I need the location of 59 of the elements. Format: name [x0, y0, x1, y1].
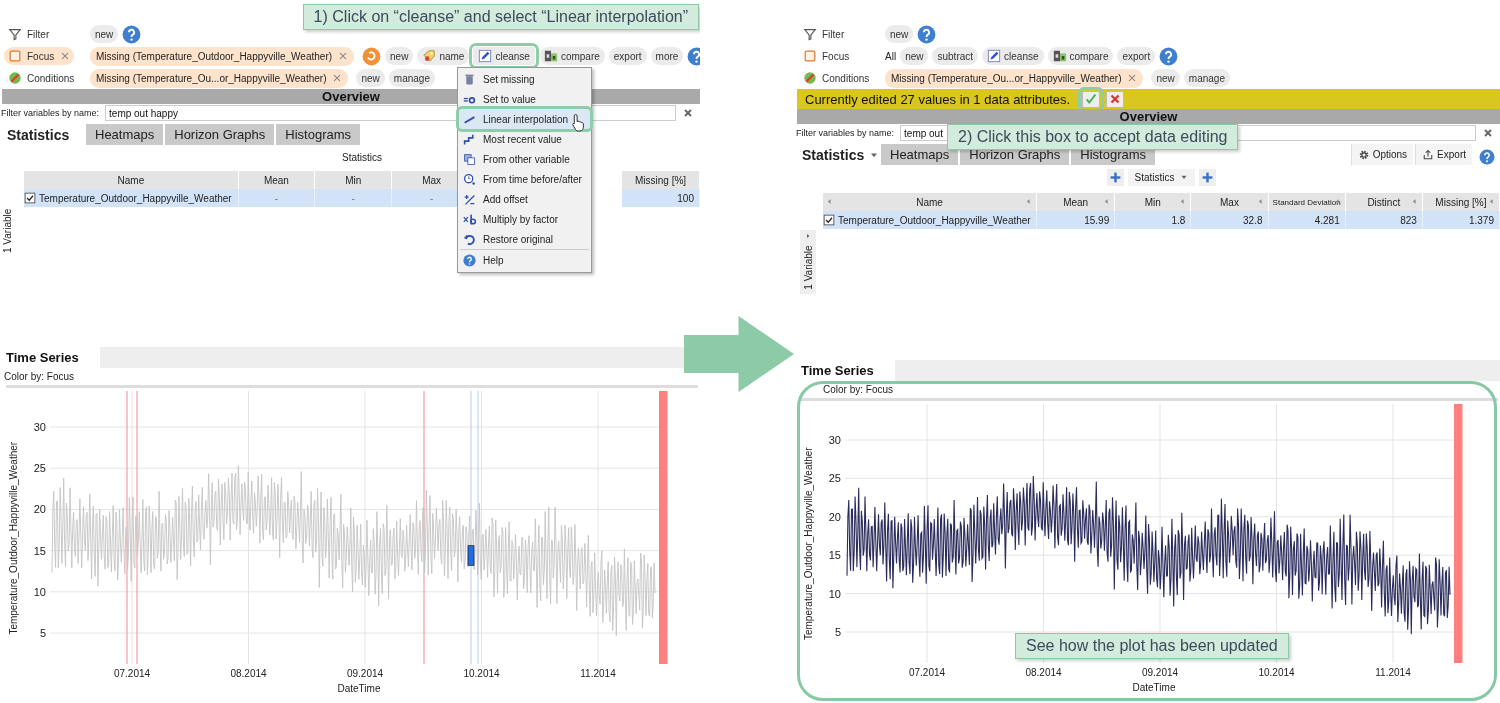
table-cell: Temperature_Outdoor_Happyville_Weather	[838, 214, 1031, 226]
axis-title: Temperature_Outdoor_Happyville_Weather	[803, 447, 814, 641]
row-label: Filter	[822, 28, 845, 40]
axis-title: DateTime	[337, 683, 381, 694]
axis-tick-label: 5	[39, 627, 46, 639]
axis-tick-label: 30	[33, 421, 46, 433]
axis-tick-label: 30	[828, 434, 841, 446]
tag-label: Missing (Temperature_Ou...or_Happyville_Weather)	[891, 72, 1122, 84]
axis-tick-label: 10	[828, 587, 841, 600]
axis-tick-label: 07.2014	[113, 668, 151, 679]
table-cell: 1.379	[1422, 211, 1500, 229]
table-cell: -	[314, 189, 392, 207]
axis-tick-label: 10.2014	[463, 668, 500, 679]
axis-tick-label: 09.2014	[346, 668, 384, 679]
axis-tick-label: 07.2014	[908, 667, 946, 678]
all-label: All	[885, 50, 897, 62]
color-by-label: Color by: Focus	[4, 371, 75, 382]
row-label: Focus	[822, 50, 850, 62]
axis-tick-label: 25	[33, 462, 46, 475]
row-label: Conditions	[27, 72, 75, 84]
tag-label: Missing (Temperature_Outdoor_Happyville_Weather)	[96, 50, 333, 62]
edit-status-text: Currently edited 27 values in 1 data attributes.	[805, 91, 1071, 107]
overview-title: Overview	[322, 89, 380, 104]
table-cell: -	[238, 189, 315, 207]
axis-title: Temperature_Outdoor_Happyville_Weather	[8, 441, 19, 635]
row-label: Filter	[27, 28, 50, 40]
axis-tick-label: 10.2014	[1258, 667, 1295, 678]
filter-label: Filter variables by name:	[795, 128, 895, 138]
axis-tick-label: 09.2014	[1141, 667, 1179, 678]
row-label: Focus	[27, 50, 55, 62]
table-cell: 823	[1345, 211, 1423, 229]
axis-tick-label: 10	[33, 585, 46, 598]
axis-tick-label: 08.2014	[1025, 667, 1062, 678]
callout-text: 2) Click this box to accept data editing	[958, 128, 1228, 145]
callout-text: 1) Click on “cleanse” and select “Linear interpolation”	[313, 8, 688, 25]
axis-tick-label: 20	[828, 510, 841, 523]
color-by-label: Color by: Focus	[823, 384, 894, 395]
axis-tick-label: 15	[828, 549, 841, 562]
axis-tick-label: 11.2014	[1375, 667, 1411, 678]
table-caption: Statistics	[342, 152, 382, 163]
table-cell: Temperature_Outdoor_Happyville_Weather	[39, 192, 232, 204]
axis-tick-label: 5	[834, 626, 841, 638]
variable-count: 1 Variable	[1, 208, 14, 253]
axis-title: DateTime	[1132, 682, 1176, 693]
axis-tick-label: 15	[33, 544, 46, 557]
tag-label: Missing (Temperature_Ou...or_Happyville_Weather)	[96, 72, 327, 84]
filter-label: Filter variables by name:	[0, 108, 100, 118]
axis-tick-label: 08.2014	[230, 668, 267, 679]
table-cell: 15.99	[1036, 211, 1115, 229]
table-cell: 32.8	[1190, 211, 1268, 229]
table-cell: 4.281	[1268, 211, 1346, 229]
callout-text: See how the plot has been updated	[1026, 637, 1278, 654]
table-cell: 1.8	[1114, 211, 1191, 229]
table-cell: 100	[622, 189, 700, 207]
axis-tick-label: 11.2014	[580, 668, 616, 679]
axis-tick-label: 25	[828, 472, 841, 485]
overview-title: Overview	[1119, 109, 1178, 124]
row-label: Conditions	[822, 72, 870, 84]
axis-tick-label: 20	[33, 503, 46, 516]
